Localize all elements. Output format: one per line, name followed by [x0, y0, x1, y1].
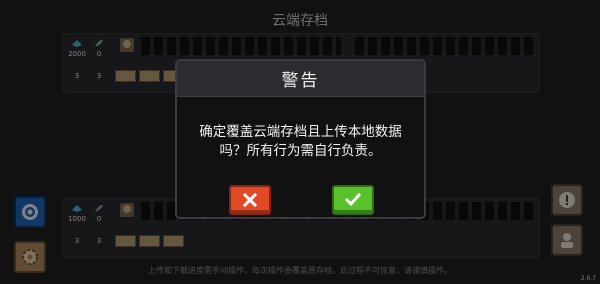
dialog-message: 确定覆盖云端存档且上传本地数据 吗？所有行为需自行负责。	[199, 124, 402, 159]
check-icon	[344, 192, 362, 207]
cancel-button[interactable]	[229, 185, 271, 215]
confirm-button[interactable]	[332, 185, 374, 215]
close-icon	[242, 192, 258, 208]
dialog-title: 警告	[177, 61, 424, 97]
warning-dialog: 警告 确定覆盖云端存档且上传本地数据 吗？所有行为需自行负责。	[175, 59, 426, 219]
